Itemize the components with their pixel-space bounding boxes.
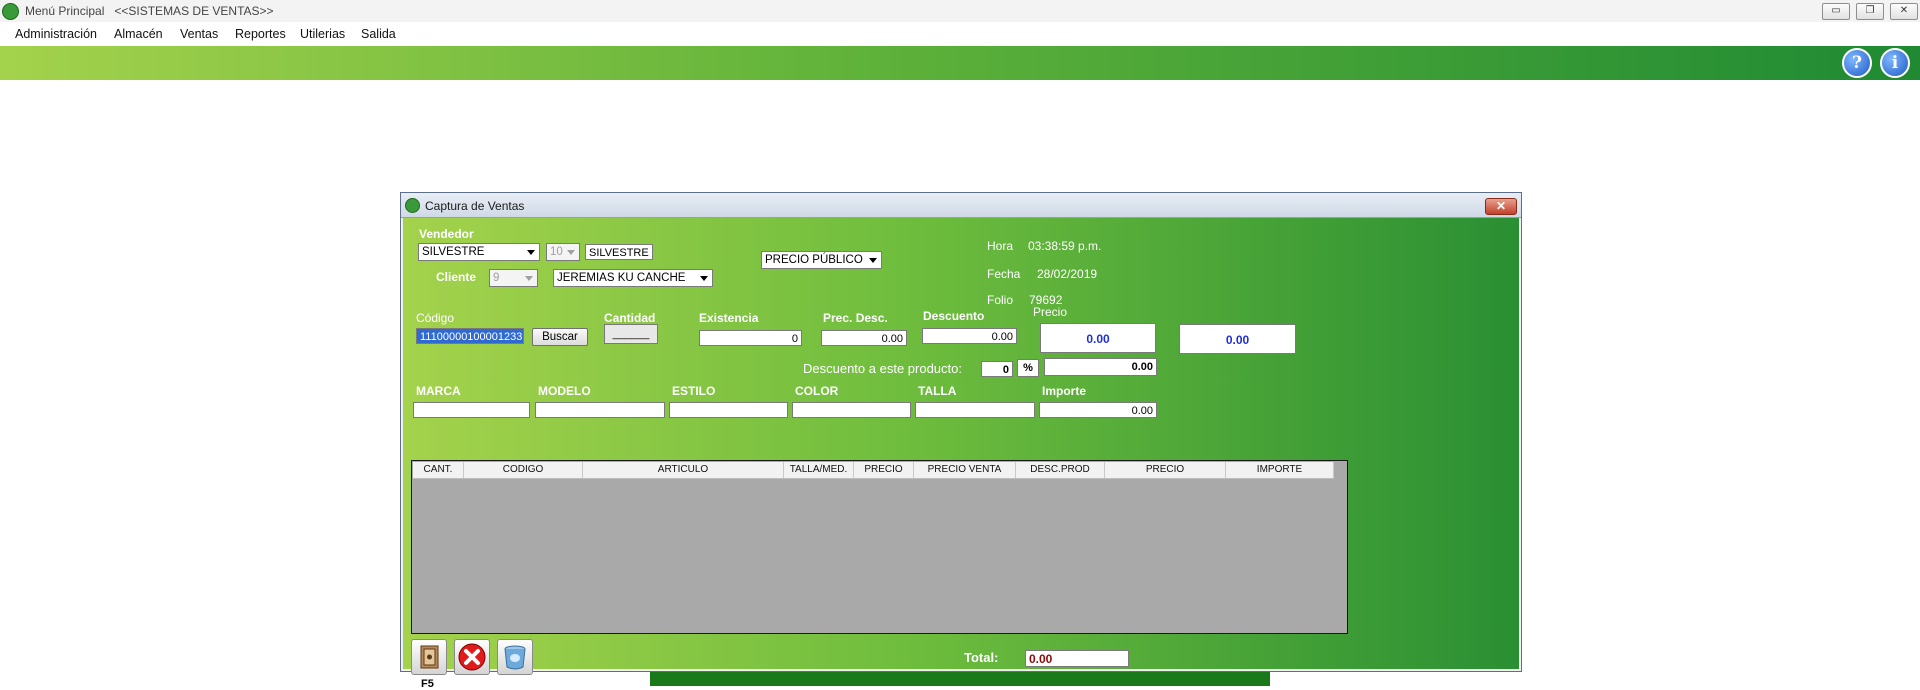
sales-items-table[interactable]: CANT. CODIGO ARTICULO TALLA/MED. PRECIO … [411,460,1348,634]
precio-label: Precio [1033,305,1068,319]
estilo-field [669,402,788,418]
precio-display: 0.00 [1040,323,1156,353]
minimize-button[interactable]: ▭ [1822,3,1850,20]
app-logo-icon [2,3,19,20]
dialog-body: Vendedor SILVESTRE 10 SILVESTRE Cliente … [403,218,1519,690]
column-header[interactable]: CODIGO [464,462,583,478]
fecha-value: 28/02/2019 [1037,267,1098,281]
dialog-title-bar: Captura de Ventas ✕ [401,193,1521,218]
column-header[interactable]: CANT. [413,462,464,478]
window-title: Menú Principal <<SISTEMAS DE VENTAS>> [25,4,274,18]
save-button[interactable] [411,639,447,675]
cliente-id-select: 9 [489,269,538,287]
estilo-label: ESTILO [672,384,716,398]
column-header[interactable]: PRECIO VENTA [914,462,1016,478]
codigo-label: Código [416,311,455,325]
chevron-down-icon [527,250,535,255]
precio-extra-display: 0.00 [1179,324,1296,354]
price-type-value: PRECIO PÚBLICO [765,254,863,266]
total-label: Total: [964,650,999,665]
menu-reportes[interactable]: Reportes [235,27,286,41]
cliente-id-value: 9 [493,272,500,284]
cancel-button[interactable] [454,639,490,675]
column-header[interactable]: DESC.PROD [1016,462,1105,478]
menu-almacen[interactable]: Almacén [114,27,163,41]
column-header[interactable]: ARTICULO [583,462,784,478]
menu-administracion[interactable]: Administración [15,27,97,41]
color-field [792,402,911,418]
buscar-button[interactable]: Buscar [532,328,588,346]
cliente-select-value: JEREMIAS KU CANCHE [557,272,686,284]
total-value: 0.00 [1025,650,1129,667]
menu-bar: Administración Almacén Ventas Reportes U… [0,22,1920,46]
modelo-label: MODELO [538,384,591,398]
trash-can-icon [504,645,526,670]
column-header[interactable]: TALLA/MED. [784,462,854,478]
existencia-field: 0 [699,330,802,346]
save-shortcut-label: F5 [421,678,434,690]
importe-label: Importe [1042,384,1087,398]
cancel-icon [458,643,486,671]
menu-ventas[interactable]: Ventas [180,27,218,41]
dialog-title: Captura de Ventas [425,199,525,213]
descuento-producto-amount: 0.00 [1044,358,1157,376]
table-header: CANT. CODIGO ARTICULO TALLA/MED. PRECIO … [413,462,1334,479]
importe-field: 0.00 [1039,402,1157,418]
dialog-logo-icon [405,198,420,213]
descuento-field: 0.00 [922,328,1017,344]
codigo-input[interactable]: 11100000100001233 [416,328,524,344]
cantidad-input[interactable]: ______ [604,324,658,344]
cliente-label: Cliente [436,270,477,284]
vendedor-id-value: 10 [550,246,563,258]
close-window-button[interactable]: ✕ [1890,3,1918,20]
cliente-select[interactable]: JEREMIAS KU CANCHE [553,269,713,287]
existencia-label: Existencia [699,311,759,325]
vendedor-select[interactable]: SILVESTRE [418,243,540,261]
percent-button[interactable]: % [1017,359,1039,377]
column-header[interactable]: PRECIO [1105,462,1226,478]
info-icon[interactable]: i [1880,48,1910,78]
chevron-down-icon [567,250,575,255]
menu-salida[interactable]: Salida [361,27,396,41]
ribbon-bar: ? i [0,46,1920,80]
fecha-label: Fecha [987,267,1021,281]
prec-desc-label: Prec. Desc. [823,311,888,325]
column-header[interactable]: PRECIO [854,462,914,478]
price-type-select[interactable]: PRECIO PÚBLICO [761,251,882,269]
talla-label: TALLA [918,384,957,398]
restore-button[interactable]: ❐ [1856,3,1884,20]
main-title-bar: Menú Principal <<SISTEMAS DE VENTAS>> ▭ … [0,0,1920,23]
column-header[interactable]: IMPORTE [1226,462,1334,478]
color-label: COLOR [795,384,839,398]
cantidad-label: Cantidad [604,311,656,325]
folio-label: Folio [987,293,1014,307]
hora-label: Hora [987,239,1014,253]
chevron-down-icon [869,258,877,263]
background-bar [650,672,1270,686]
chevron-down-icon [700,276,708,281]
vendedor-display: SILVESTRE [585,244,653,260]
talla-field [915,402,1035,418]
menu-utilerias[interactable]: Utilerias [300,27,345,41]
prec-desc-field: 0.00 [821,330,907,346]
vendedor-select-value: SILVESTRE [422,246,485,258]
vendedor-id-select: 10 [546,243,580,261]
descuento-label: Descuento [923,309,985,323]
marca-field [413,402,530,418]
hora-value: 03:38:59 p.m. [1028,239,1102,253]
marca-label: MARCA [416,384,461,398]
descuento-producto-label: Descuento a este producto: [803,361,962,376]
modelo-field [535,402,665,418]
descuento-producto-input[interactable]: 0 [981,361,1013,377]
help-icon[interactable]: ? [1842,48,1872,78]
vendedor-label: Vendedor [419,227,474,241]
chevron-down-icon [525,276,533,281]
captura-ventas-dialog: Captura de Ventas ✕ Vendedor SILVESTRE 1… [400,192,1522,690]
safe-icon [420,645,439,669]
dialog-close-button[interactable]: ✕ [1485,198,1517,215]
clear-button[interactable] [497,639,533,675]
